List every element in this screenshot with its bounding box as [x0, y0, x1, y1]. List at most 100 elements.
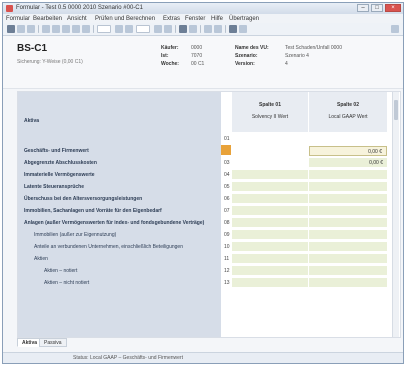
row-label: Anlagen (außer Vermögenswerten für index…	[24, 220, 205, 226]
value-cell[interactable]	[309, 266, 387, 276]
menu-fenster[interactable]: Fenster	[185, 16, 205, 22]
save-icon[interactable]	[27, 25, 35, 33]
row-label: Überschuss bei den Altersversorgungsleis…	[24, 196, 143, 202]
form-header: BS-C1 Sicherung: Y-Weise (0,00 C1) Käufe…	[3, 36, 403, 89]
zoom-dropdown[interactable]	[97, 25, 111, 33]
value-cell[interactable]	[232, 242, 308, 252]
status-bar: Status: Local GAAP – Geschäfts- und Firm…	[3, 352, 403, 363]
menu-hilfe[interactable]: Hilfe	[211, 16, 223, 22]
meta-label: Szenario:	[235, 53, 258, 59]
meta-label: Name des VU:	[235, 45, 269, 51]
menu-formular[interactable]: Formular	[6, 16, 30, 22]
edit-icon[interactable]	[239, 25, 247, 33]
minimize-button[interactable]: –	[357, 4, 369, 12]
copy-icon[interactable]	[72, 25, 80, 33]
print-icon[interactable]	[42, 25, 50, 33]
row-label: Geschäfts- und Firmenwert	[24, 148, 89, 154]
paste-icon[interactable]	[82, 25, 90, 33]
close-button[interactable]: ×	[385, 4, 401, 12]
value-cell[interactable]	[232, 266, 308, 276]
row-number: 06	[224, 196, 230, 202]
value-cell[interactable]	[232, 182, 308, 192]
scrollbar-thumb[interactable]	[394, 100, 398, 120]
toolbar	[3, 23, 403, 36]
menu-extras[interactable]: Extras	[163, 16, 180, 22]
value-cell[interactable]	[309, 182, 387, 192]
row-number: 04	[224, 172, 230, 178]
panel-icon[interactable]	[391, 25, 399, 33]
meta-value: 0000	[191, 45, 203, 51]
value-cell[interactable]	[232, 278, 308, 288]
value-cell[interactable]	[232, 170, 308, 180]
value-cell[interactable]	[309, 218, 387, 228]
maximize-button[interactable]: □	[371, 4, 383, 12]
column-header-02	[309, 92, 387, 132]
column-subtitle: Local GAAP Wert	[328, 114, 368, 120]
row-number: 07	[224, 208, 230, 214]
row-label: Immobilien (außer zur Eigennutzung)	[34, 232, 117, 238]
open-icon[interactable]	[17, 25, 25, 33]
value-cell[interactable]	[309, 170, 387, 180]
value-cell[interactable]	[309, 278, 387, 288]
value-cell[interactable]	[232, 230, 308, 240]
vertical-scrollbar[interactable]	[392, 92, 399, 337]
form-grid: Aktiva Spalte 01 Solvency II Wert Spalte…	[17, 91, 401, 338]
row-label: Immobilien, Sachanlagen und Vorräte für …	[24, 208, 162, 214]
column-subtitle: Solvency II Wert	[251, 114, 289, 120]
value-cell[interactable]: 0,00 €	[309, 158, 387, 168]
menu-ansicht[interactable]: Ansicht	[67, 16, 87, 22]
value-cell[interactable]	[232, 254, 308, 264]
export-icon[interactable]	[189, 25, 197, 33]
app-icon	[6, 5, 13, 12]
check-icon[interactable]	[154, 25, 162, 33]
value-cell[interactable]	[232, 146, 308, 156]
new-icon[interactable]	[7, 25, 15, 33]
window-title: Formular - Test 0.5 0000 2010 Szenario #…	[16, 5, 143, 11]
toolbar-separator	[175, 25, 176, 33]
tab-passiva[interactable]: Passiva	[39, 338, 67, 347]
value-cell[interactable]	[309, 242, 387, 252]
redo-icon[interactable]	[125, 25, 133, 33]
row-number: 10	[224, 244, 230, 250]
value-cell[interactable]	[309, 194, 387, 204]
format-dropdown[interactable]	[136, 25, 150, 33]
row-number: 09	[224, 232, 230, 238]
value-cell[interactable]	[309, 254, 387, 264]
lock-icon[interactable]	[204, 25, 212, 33]
value-cell[interactable]	[232, 158, 308, 168]
column-title: Spalte 02	[337, 102, 359, 108]
cut-icon[interactable]	[62, 25, 70, 33]
value-cell[interactable]: 0,00 €	[309, 146, 387, 156]
menu-uebertragen[interactable]: Übertragen	[229, 16, 259, 22]
value-cell[interactable]	[309, 206, 387, 216]
undo-icon[interactable]	[115, 25, 123, 33]
toolbar-separator	[93, 25, 94, 33]
validate-icon[interactable]	[179, 25, 187, 33]
row-number: 01	[224, 136, 230, 142]
status-text: Status: Local GAAP – Geschäfts- und Firm…	[73, 355, 183, 361]
application-window: Formular - Test 0.5 0000 2010 Szenario #…	[2, 2, 404, 364]
meta-value: Test Schaden/Unfall 0000	[285, 45, 342, 51]
value-cell[interactable]	[232, 134, 308, 144]
table-header-label: Aktiva	[24, 118, 40, 124]
value-cell[interactable]	[309, 134, 387, 144]
meta-value: 7070	[191, 53, 203, 59]
preview-icon[interactable]	[52, 25, 60, 33]
row-label: Aktien – notiert	[44, 268, 78, 274]
active-row-marker	[221, 145, 231, 155]
row-number: 13	[224, 280, 230, 286]
calc-icon[interactable]	[164, 25, 172, 33]
row-label: Abgegrenzte Abschlusskosten	[24, 160, 97, 166]
meta-label: Woche:	[161, 61, 179, 67]
menu-bearbeiten[interactable]: Bearbeiten	[33, 16, 62, 22]
filter-icon[interactable]	[214, 25, 222, 33]
grid-icon[interactable]	[229, 25, 237, 33]
value-cell[interactable]	[309, 230, 387, 240]
value-cell[interactable]	[232, 206, 308, 216]
column-header-01	[232, 92, 308, 132]
form-title: BS-C1	[17, 43, 48, 54]
value-cell[interactable]	[232, 194, 308, 204]
row-header-cell	[18, 92, 221, 132]
value-cell[interactable]	[232, 218, 308, 228]
menu-pruefen[interactable]: Prüfen und Berechnen	[95, 16, 155, 22]
